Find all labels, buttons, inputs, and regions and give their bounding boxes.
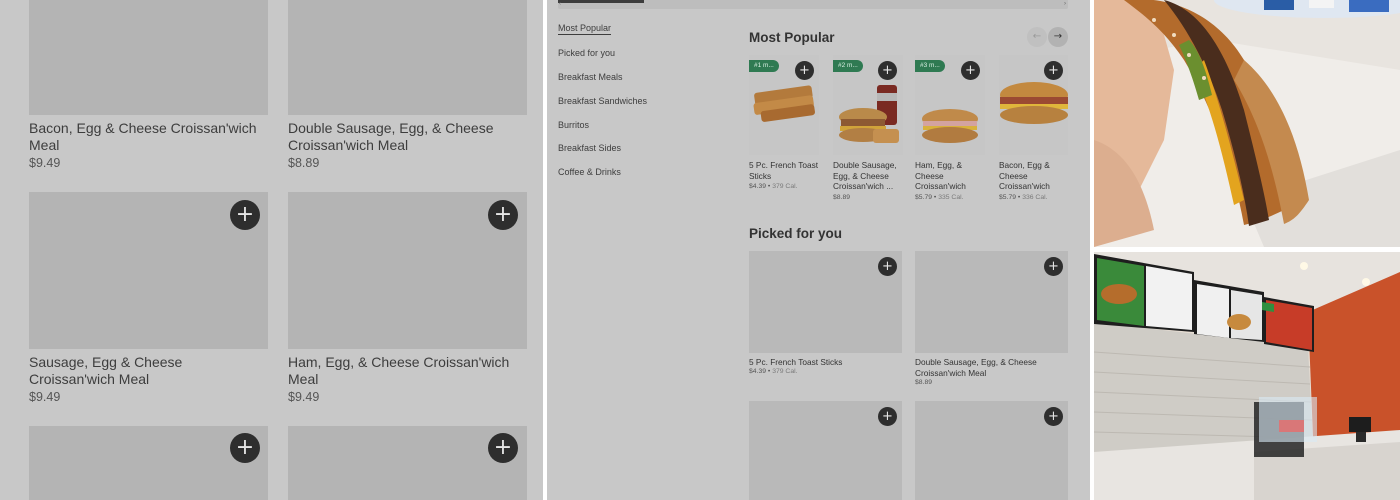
restaurant-counter-photo [1094,252,1400,500]
add-item-button[interactable]: + [488,433,518,463]
menu-item-image[interactable] [29,426,268,500]
menu-item-image[interactable] [29,0,268,115]
section-title-most-popular: Most Popular [749,30,835,45]
left-menu-panel: Bacon, Egg & Cheese Croissan'wich Meal $… [0,0,543,500]
store-menu-panel: ‹ › Most Popular Picked for you Breakfas… [547,0,1090,500]
picked-item-card[interactable]: + [915,401,1068,500]
scroll-right-icon[interactable]: › [1064,1,1066,7]
popular-item-meta: $8.89 [833,194,850,201]
popularity-badge: #3 m... [915,60,945,72]
item-calories: 379 Cal. [772,368,798,375]
scrollbar-thumb[interactable] [558,0,644,3]
popular-item-meta: $5.79 • 336 Cal. [999,194,1048,201]
menu-item-name: Bacon, Egg & Cheese Croissan'wich Meal [29,120,257,153]
item-calories: 335 Cal. [938,194,964,201]
horizontal-scrollbar[interactable]: ‹ › [558,0,1068,9]
item-price: $4.39 [749,183,767,190]
category-breakfast-sides[interactable]: Breakfast Sides [558,143,621,153]
add-item-button[interactable]: + [230,433,260,463]
picked-item-meta: $8.89 [915,379,932,386]
add-item-button[interactable]: + [878,61,897,80]
category-picked-for-you[interactable]: Picked for you [558,48,615,58]
popular-item-meta: $4.39 • 379 Cal. [749,183,798,190]
section-title-picked-for-you: Picked for you [749,226,843,241]
popular-item-card[interactable]: #2 m... + Double Sausage, Egg, & Cheese … [833,55,903,205]
item-calories: 379 Cal. [772,183,798,190]
popular-item-meta: $5.79 • 335 Cal. [915,194,964,201]
item-price: $5.79 [915,194,933,201]
popular-item-card[interactable]: #3 m... + Ham, Egg, & Cheese Croissan'wi… [915,55,985,205]
popularity-badge: #2 m... [833,60,863,72]
menu-item-price: $9.49 [29,156,61,170]
scroll-left-icon[interactable]: ‹ [559,1,561,7]
picked-item-meta: $4.39 • 379 Cal. [749,368,798,375]
item-price: $4.39 [749,368,767,375]
picked-item-card[interactable]: + 5 Pc. French Toast Sticks $4.39 • 379 … [749,251,902,391]
menu-item-price: $9.49 [29,390,61,404]
popular-item-card[interactable]: + Bacon, Egg & Cheese Croissan'wich $5.7… [999,55,1068,205]
add-item-button[interactable]: + [878,407,897,426]
add-item-button[interactable]: + [1044,407,1063,426]
menu-item-price: $9.49 [288,390,320,404]
category-burritos[interactable]: Burritos [558,120,589,130]
popular-item-name: Bacon, Egg & Cheese Croissan'wich [999,160,1050,191]
picked-item-card[interactable]: + Double Sausage, Egg, & Cheese Croissan… [915,251,1068,391]
popular-item-name: Ham, Egg, & Cheese Croissan'wich [915,160,966,191]
sandwich-photo [1094,0,1400,247]
menu-item-name: Sausage, Egg & Cheese Croissan'wich Meal [29,354,183,387]
item-price: $5.79 [999,194,1017,201]
add-item-button[interactable]: + [878,257,897,276]
menu-item-name: Double Sausage, Egg, & Cheese Croissan'w… [288,120,494,153]
item-price: $8.89 [833,194,851,201]
carousel-prev-button[interactable]: ← [1027,27,1047,47]
add-item-button[interactable]: + [795,61,814,80]
add-item-button[interactable]: + [961,61,980,80]
popularity-badge: #1 m... [749,60,779,72]
add-item-button[interactable]: + [488,200,518,230]
add-item-button[interactable]: + [230,200,260,230]
category-breakfast-sandwiches[interactable]: Breakfast Sandwiches [558,96,647,106]
picked-item-card[interactable]: + [749,401,902,500]
menu-item-price: $8.89 [288,156,320,170]
category-most-popular[interactable]: Most Popular [558,23,612,35]
popular-item-name: Double Sausage, Egg, & Cheese Croissan'w… [833,160,897,191]
popular-item-name: 5 Pc. French Toast Sticks [749,160,819,181]
picked-item-name: 5 Pc. French Toast Sticks [749,357,843,367]
category-breakfast-meals[interactable]: Breakfast Meals [558,72,623,82]
menu-item-image[interactable] [288,0,527,115]
carousel-next-button[interactable]: → [1048,27,1068,47]
bitten-sandwich-image [1094,0,1400,247]
picked-item-name: Double Sausage, Egg, & Cheese Croissan'w… [915,357,1037,378]
menu-item-name: Ham, Egg, & Cheese Croissan'wich Meal [288,354,510,387]
item-calories: 336 Cal. [1022,194,1048,201]
item-price: $8.89 [915,379,933,386]
add-item-button[interactable]: + [1044,257,1063,276]
restaurant-interior-image [1094,252,1400,500]
add-item-button[interactable]: + [1044,61,1063,80]
popular-item-card[interactable]: #1 m... + 5 Pc. French Toast Sticks $4.3… [749,55,819,205]
category-coffee-drinks[interactable]: Coffee & Drinks [558,167,621,177]
